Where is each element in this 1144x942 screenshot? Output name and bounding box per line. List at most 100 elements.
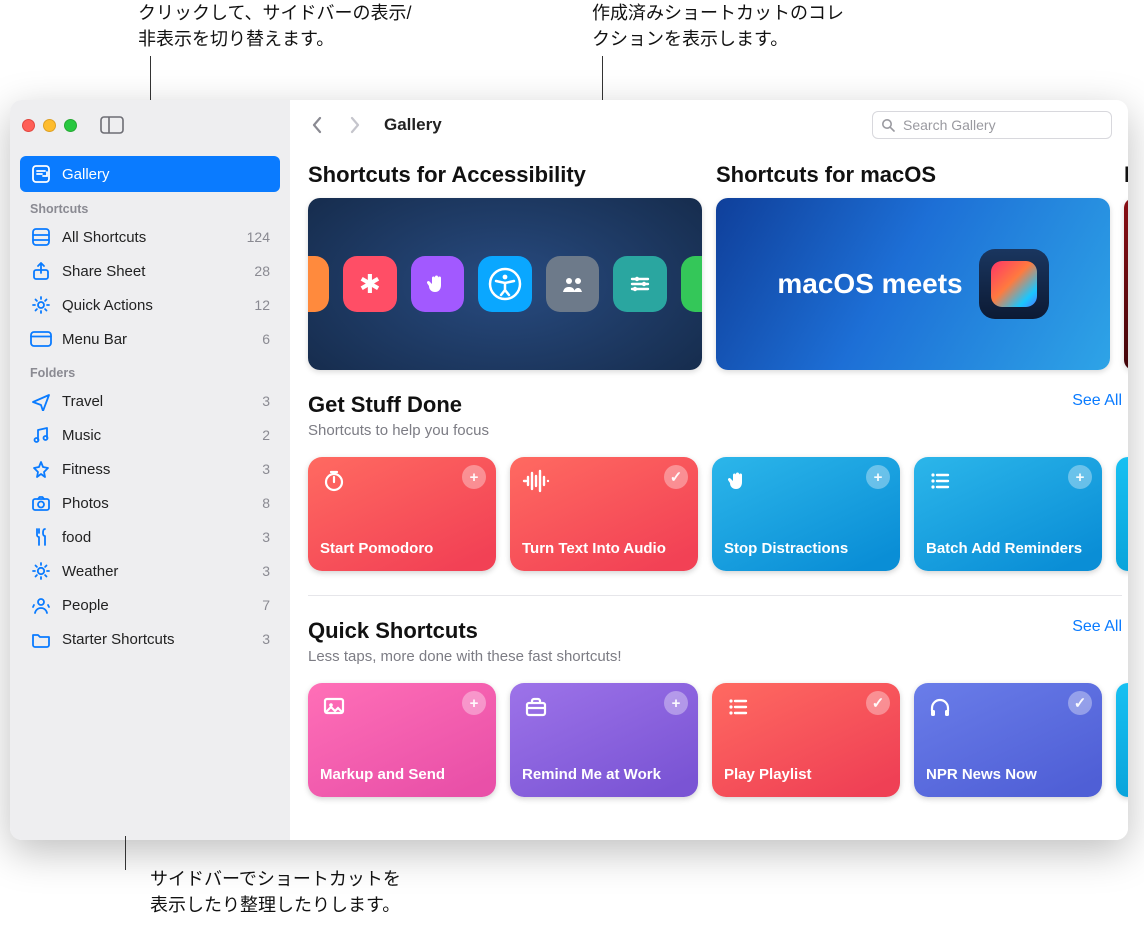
callout-top-left: クリックして、サイドバーの表示/ 非表示を切り替えます。 (138, 0, 412, 52)
search-icon (881, 118, 895, 132)
sidebar-item-label: Photos (62, 495, 109, 512)
sidebar-item-count: 2 (262, 427, 270, 443)
shortcut-card-turn-text-into-audio[interactable]: ✓ Turn Text Into Audio (510, 457, 698, 571)
chevron-left-icon (311, 116, 323, 134)
main: Gallery Shortcuts for Accessibility✱Shor… (290, 100, 1128, 840)
sidebar-toggle-button[interactable] (97, 113, 127, 137)
shortcut-card-peek[interactable] (1116, 683, 1128, 797)
search-input[interactable] (901, 116, 1103, 134)
cards-row: + Markup and Send + Remind Me at Work ✓ Play … (308, 683, 1126, 797)
card-label: Remind Me at Work (522, 766, 686, 785)
list-icon (926, 467, 954, 495)
window-controls (22, 119, 77, 132)
checkmark-icon[interactable]: ✓ (866, 691, 890, 715)
card-label: Markup and Send (320, 766, 484, 785)
sidebar-item-weather[interactable]: Weather 3 (20, 554, 280, 588)
shortcut-card-stop-distractions[interactable]: + Stop Distractions (712, 457, 900, 571)
sidebar: Gallery Shortcuts All Shortcuts124Share … (10, 100, 290, 840)
breadcrumb: Gallery (384, 115, 442, 135)
sidebar-item-fitness[interactable]: Fitness 3 (20, 452, 280, 486)
titlebar (10, 100, 290, 150)
callout-line (125, 836, 126, 870)
sidebar-item-label: Quick Actions (62, 297, 153, 314)
camera-icon (30, 492, 52, 514)
plus-icon[interactable]: + (462, 691, 486, 715)
card-label: Batch Add Reminders (926, 540, 1090, 559)
card-label: Stop Distractions (724, 540, 888, 559)
sun-icon (30, 560, 52, 582)
forward-button[interactable] (338, 112, 372, 138)
sidebar-item-menu-bar[interactable]: Menu Bar6 (20, 322, 280, 356)
hand-icon (411, 256, 465, 312)
sidebar-item-label: Travel (62, 393, 103, 410)
close-button[interactable] (22, 119, 35, 132)
sidebar-item-music[interactable]: Music2 (20, 418, 280, 452)
shortcut-card-npr-news-now[interactable]: ✓ NPR News Now (914, 683, 1102, 797)
grid-icon (30, 226, 52, 248)
card-label: Start Pomodoro (320, 540, 484, 559)
hero-banner-peek[interactable] (1124, 198, 1128, 370)
hero-banner-a11y[interactable]: ✱ (308, 198, 702, 370)
sidebar-item-all-shortcuts[interactable]: All Shortcuts124 (20, 220, 280, 254)
gear-icon (30, 294, 52, 316)
back-button[interactable] (300, 112, 334, 138)
sidebar-item-count: 12 (254, 297, 270, 313)
minimize-button[interactable] (43, 119, 56, 132)
accessibility-icon (478, 256, 532, 312)
sliders-icon (613, 256, 667, 312)
sidebar-item-people[interactable]: People7 (20, 588, 280, 622)
sidebar-section-shortcuts: Shortcuts (20, 192, 280, 220)
folder-icon (30, 628, 52, 650)
card-label: Play Playlist (724, 766, 888, 785)
shortcut-card-start-pomodoro[interactable]: + Start Pomodoro (308, 457, 496, 571)
sidebar-item-food[interactable]: food3 (20, 520, 280, 554)
sidebar-item-count: 6 (262, 331, 270, 347)
sidebar-item-count: 3 (262, 563, 270, 579)
plane-icon (30, 390, 52, 412)
sidebar-item-starter-shortcuts[interactable]: Starter Shortcuts3 (20, 622, 280, 656)
card-label: NPR News Now (926, 766, 1090, 785)
card-label: Turn Text Into Audio (522, 540, 686, 559)
sidebar-item-gallery[interactable]: Gallery (20, 156, 280, 192)
checkmark-icon[interactable]: ✓ (1068, 691, 1092, 715)
banner-title: Shortcuts for macOS (716, 154, 1110, 198)
sidebar-item-count: 124 (247, 229, 270, 245)
app-window: Gallery Shortcuts All Shortcuts124Share … (10, 100, 1128, 840)
hero-row: Shortcuts for Accessibility✱ Shortcuts fo… (306, 154, 1128, 370)
sidebar-item-count: 8 (262, 495, 270, 511)
search-field[interactable] (872, 111, 1112, 139)
sidebar-item-share-sheet[interactable]: Share Sheet28 (20, 254, 280, 288)
plus-icon[interactable]: + (1068, 465, 1092, 489)
plus-icon[interactable]: + (462, 465, 486, 489)
section-title: Quick Shortcuts (308, 618, 622, 644)
shortcut-card-peek[interactable] (1116, 457, 1128, 571)
hero-banner-macos[interactable]: macOS meets (716, 198, 1110, 370)
fork-icon (30, 526, 52, 548)
sidebar-item-travel[interactable]: Travel3 (20, 384, 280, 418)
shortcuts-app-icon (979, 249, 1049, 319)
banner-title: F… (1124, 154, 1128, 198)
section-subtitle: Shortcuts to help you focus (308, 422, 489, 439)
sidebar-item-count: 3 (262, 631, 270, 647)
sidebar-item-quick-actions[interactable]: Quick Actions 12 (20, 288, 280, 322)
sidebar-item-photos[interactable]: Photos 8 (20, 486, 280, 520)
shortcut-card-remind-me-at-work[interactable]: + Remind Me at Work (510, 683, 698, 797)
shortcut-card-play-playlist[interactable]: ✓ Play Playlist (712, 683, 900, 797)
sidebar-item-label: Fitness (62, 461, 110, 478)
callout-bottom: サイドバーでショートカットを 表示したり整理したりします。 (150, 866, 401, 918)
sidebar-item-label: Weather (62, 563, 118, 580)
shortcut-card-batch-add-reminders[interactable]: + Batch Add Reminders (914, 457, 1102, 571)
plus-icon[interactable]: + (664, 691, 688, 715)
timer-icon (320, 467, 348, 495)
shortcut-card-markup-and-send[interactable]: + Markup and Send (308, 683, 496, 797)
briefcase-icon (522, 693, 550, 721)
see-all-link[interactable]: See All (1072, 392, 1126, 410)
sidebar-section-folders: Folders (20, 356, 280, 384)
zoom-button[interactable] (64, 119, 77, 132)
sidebar-item-count: 3 (262, 461, 270, 477)
see-all-link[interactable]: See All (1072, 618, 1126, 636)
image-icon (320, 693, 348, 721)
checkmark-icon[interactable]: ✓ (664, 465, 688, 489)
banner-title: Shortcuts for Accessibility (308, 154, 702, 198)
plus-icon[interactable]: + (866, 465, 890, 489)
